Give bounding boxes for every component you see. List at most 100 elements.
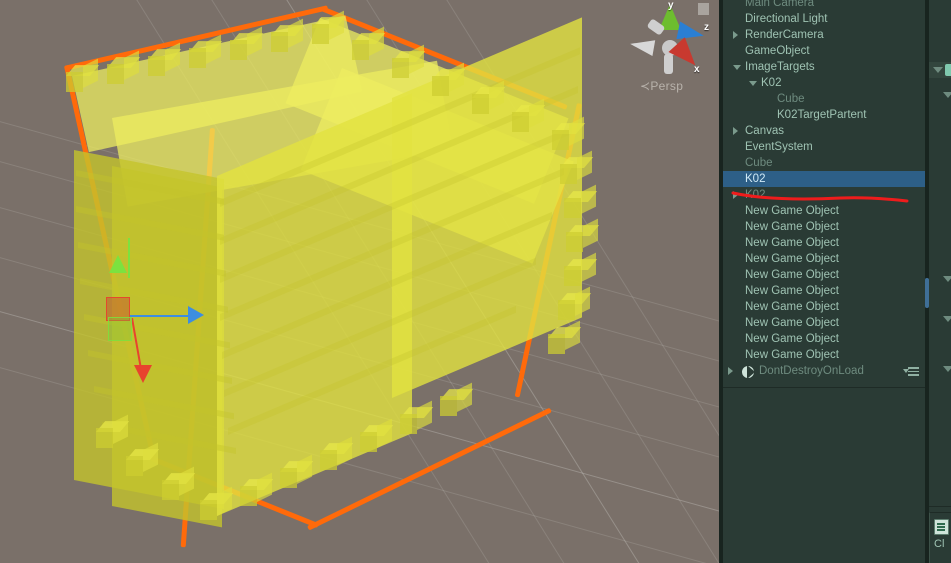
unity-editor-window: y z x ≺Persp Main Camera Directional Ligh… — [0, 0, 951, 563]
hierarchy-row-label: GameObject — [745, 45, 810, 57]
voxel-cube — [230, 26, 264, 64]
hierarchy-row[interactable]: New Game Object — [723, 203, 925, 219]
gizmo-neg-y-stub[interactable] — [664, 54, 673, 74]
move-gizmo[interactable] — [88, 238, 218, 390]
console-icon — [934, 519, 949, 535]
hierarchy-row-label: New Game Object — [745, 317, 839, 329]
gizmo-label-z: z — [704, 22, 709, 33]
voxel-cube — [566, 218, 600, 256]
hierarchy-row-label: K02 — [745, 189, 766, 201]
hierarchy-row[interactable]: Main Camera — [723, 0, 925, 11]
hierarchy-row-label: K02 — [745, 173, 766, 185]
scene-view[interactable]: y z x ≺Persp — [0, 0, 719, 563]
hierarchy-row[interactable]: New Game Object — [723, 315, 925, 331]
persp-arrow-icon: ≺ — [640, 79, 651, 93]
gizmo-label-x: x — [694, 64, 700, 75]
hierarchy-row-label: ImageTargets — [745, 61, 815, 73]
gizmo-x-axis[interactable] — [131, 317, 142, 366]
chevron-down-icon[interactable] — [933, 67, 943, 73]
hierarchy-row[interactable]: New Game Object — [723, 235, 925, 251]
chevron-down-icon[interactable] — [943, 316, 951, 322]
inspector-panel[interactable] — [929, 0, 951, 563]
chevron-down-icon[interactable] — [943, 276, 951, 282]
hierarchy-row-label: New Game Object — [745, 349, 839, 361]
chevron-down-icon[interactable] — [943, 92, 951, 98]
hierarchy-row-label: New Game Object — [745, 333, 839, 345]
hierarchy-row-label: Cube — [777, 93, 805, 105]
voxel-cube — [472, 80, 506, 118]
hierarchy-row-dont-destroy-on-load[interactable]: DontDestroyOnLoad — [723, 363, 925, 379]
scene-icon — [741, 365, 755, 379]
hamburger-menu-icon[interactable] — [903, 367, 919, 376]
hierarchy-row-label: New Game Object — [745, 269, 839, 281]
hierarchy-row[interactable]: New Game Object — [723, 251, 925, 267]
voxel-cube — [560, 150, 594, 188]
hierarchy-row[interactable]: New Game Object — [723, 299, 925, 315]
hierarchy-row[interactable]: EventSystem — [723, 139, 925, 155]
hierarchy-row[interactable]: RenderCamera — [723, 27, 925, 43]
voxel-cube — [360, 418, 394, 456]
voxel-cube — [148, 42, 182, 80]
hierarchy-row[interactable]: New Game Object — [723, 347, 925, 363]
hierarchy-row[interactable]: Cube — [723, 91, 925, 107]
hierarchy-row[interactable]: New Game Object — [723, 331, 925, 347]
hierarchy-row-label: New Game Object — [745, 253, 839, 265]
foldout-closed-icon[interactable] — [733, 191, 738, 199]
persp-text: Persp — [650, 79, 684, 93]
foldout-open-icon[interactable] — [749, 81, 757, 86]
hierarchy-panel[interactable]: Main Camera Directional Light RenderCamera… — [723, 0, 925, 563]
foldout-open-icon[interactable] — [733, 65, 741, 70]
foldout-closed-icon[interactable] — [733, 31, 738, 39]
gizmo-z-axis[interactable] — [130, 315, 192, 317]
hierarchy-row-label: RenderCamera — [745, 29, 824, 41]
foldout-closed-icon[interactable] — [733, 127, 738, 135]
hierarchy-row-label: Canvas — [745, 125, 784, 137]
voxel-cube — [548, 320, 582, 358]
voxel-cube — [189, 34, 223, 72]
hierarchy-row-label: New Game Object — [745, 301, 839, 313]
bottom-right-label: Cl — [934, 538, 945, 550]
dont-destroy-on-load-label: DontDestroyOnLoad — [759, 365, 864, 377]
hierarchy-row-label: New Game Object — [745, 237, 839, 249]
inspector-scrollbar[interactable] — [925, 278, 929, 308]
voxel-cube — [200, 486, 234, 524]
hierarchy-row[interactable]: New Game Object — [723, 267, 925, 283]
component-icon — [945, 64, 951, 76]
foldout-closed-icon[interactable] — [728, 367, 733, 375]
gizmo-y-axis[interactable] — [128, 238, 130, 278]
voxel-cube — [162, 466, 196, 504]
gizmo-neg-z-cone[interactable] — [628, 36, 656, 56]
hierarchy-row-label: New Game Object — [745, 221, 839, 233]
chevron-down-icon[interactable] — [943, 366, 951, 372]
gizmo-plane-xy[interactable] — [108, 317, 132, 341]
hierarchy-row[interactable]: GameObject — [723, 43, 925, 59]
voxel-cube — [126, 442, 160, 480]
hierarchy-row[interactable]: ImageTargets — [723, 59, 925, 75]
hierarchy-tree[interactable]: Main Camera Directional Light RenderCamera… — [723, 0, 925, 379]
hierarchy-row[interactable]: Cube — [723, 155, 925, 171]
voxel-cube — [564, 252, 598, 290]
gizmo-top-handle[interactable] — [698, 3, 709, 15]
bottom-panel-divider — [929, 506, 951, 507]
hierarchy-row[interactable]: K02 — [723, 187, 925, 203]
projection-mode-label[interactable]: ≺Persp — [640, 79, 683, 93]
hierarchy-row[interactable]: K02 — [723, 75, 925, 91]
hierarchy-row[interactable]: K02TargetPartent — [723, 107, 925, 123]
gizmo-x-arrow[interactable] — [134, 365, 152, 383]
hierarchy-row[interactable]: Directional Light — [723, 11, 925, 27]
hierarchy-row[interactable]: New Game Object — [723, 283, 925, 299]
hierarchy-row[interactable]: Canvas — [723, 123, 925, 139]
voxel-cube — [558, 286, 592, 324]
hierarchy-row-label: Main Camera — [745, 0, 815, 9]
hierarchy-row-label: New Game Object — [745, 285, 839, 297]
gizmo-z-arrow[interactable] — [188, 306, 204, 324]
gizmo-y-arrow[interactable] — [109, 255, 127, 273]
hierarchy-row-selected[interactable]: K02 — [723, 171, 925, 187]
voxel-cube — [271, 18, 305, 56]
voxel-cube — [392, 44, 426, 82]
hierarchy-row-label: EventSystem — [745, 141, 813, 153]
hierarchy-row[interactable]: New Game Object — [723, 219, 925, 235]
hierarchy-row-label: K02 — [761, 77, 782, 89]
voxel-cube — [440, 382, 474, 420]
voxel-cube — [107, 50, 141, 88]
